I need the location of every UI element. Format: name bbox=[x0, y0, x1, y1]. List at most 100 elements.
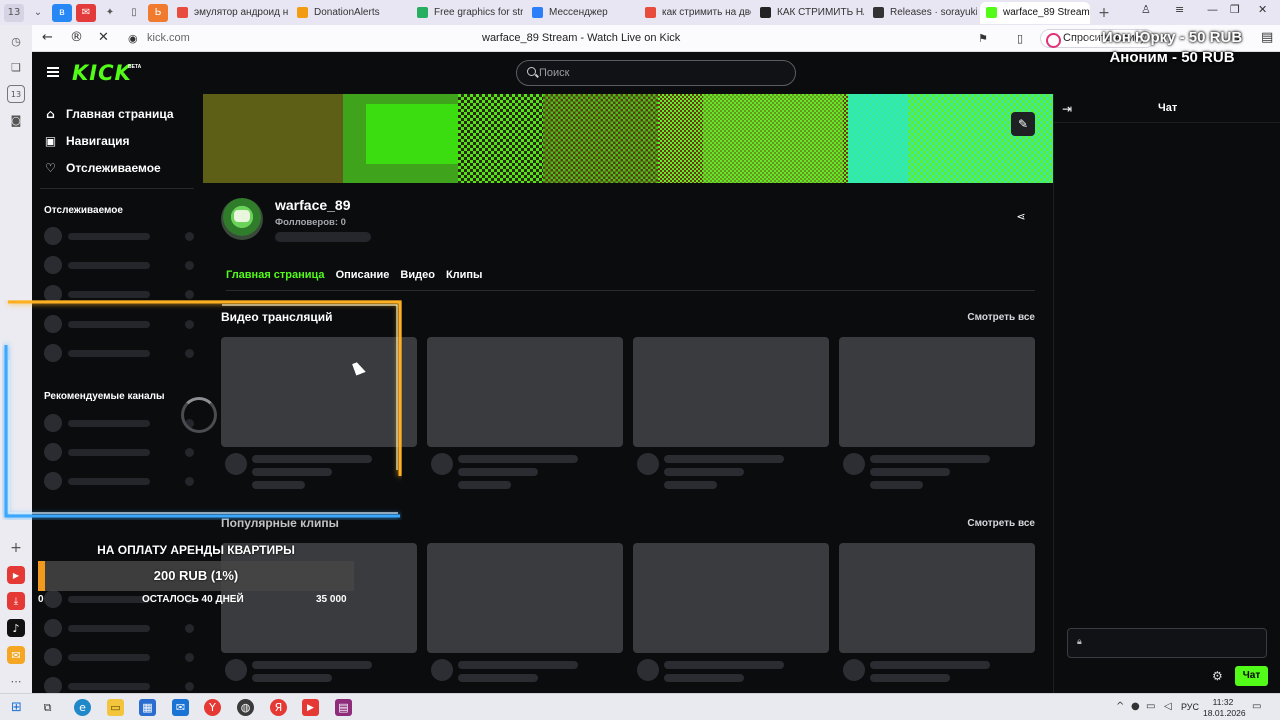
profile-icon[interactable]: ♙ bbox=[1141, 3, 1151, 16]
tab-label: как стримить на две bbox=[662, 7, 751, 18]
tiktok-icon[interactable]: ♪ bbox=[7, 619, 25, 637]
input-language[interactable]: РУС bbox=[1181, 702, 1199, 712]
clip-card[interactable] bbox=[427, 543, 623, 653]
site-security-icon[interactable]: ◉ bbox=[128, 32, 138, 45]
tab-about[interactable]: Описание bbox=[336, 269, 390, 285]
menu-icon[interactable]: ≡ bbox=[1175, 3, 1184, 16]
tab-favicon bbox=[297, 7, 308, 18]
clip-card[interactable] bbox=[633, 543, 829, 653]
monitor-icon[interactable]: ▭ bbox=[1146, 701, 1155, 712]
tab-home[interactable]: Главная страница bbox=[226, 269, 325, 285]
tab-count-badge[interactable]: 13 bbox=[4, 3, 24, 22]
microphone-icon[interactable]: ● bbox=[1131, 701, 1140, 712]
card-skeleton-meta bbox=[633, 659, 829, 693]
camera-icon[interactable]: ◙ bbox=[7, 111, 25, 129]
youtube-icon[interactable]: ▶ bbox=[7, 566, 25, 584]
chat-title: Чат bbox=[1158, 102, 1178, 114]
tab-clips[interactable]: Клипы bbox=[446, 269, 483, 285]
sidebar-item-browse[interactable]: ▣ Навигация bbox=[44, 132, 130, 150]
browser-tab[interactable]: Free graphics for stre bbox=[411, 2, 523, 24]
sidebar-item-home[interactable]: ⌂ Главная страница bbox=[44, 105, 173, 123]
stop-loading-icon[interactable]: ✕ bbox=[98, 30, 109, 45]
volume-icon[interactable]: ◁ bbox=[1164, 701, 1172, 712]
calendar-icon[interactable]: 13 bbox=[7, 85, 25, 103]
tab-videos[interactable]: Видео bbox=[400, 269, 435, 285]
see-all-clips-link[interactable]: Смотреть все bbox=[967, 518, 1035, 529]
yandex-icon[interactable]: Я bbox=[270, 699, 287, 716]
edge-browser-icon[interactable]: e bbox=[74, 699, 91, 716]
share-icon[interactable]: ⋖ bbox=[1014, 209, 1028, 223]
tray-chevron-icon[interactable]: ^ bbox=[1116, 701, 1124, 712]
history-icon[interactable]: ◷ bbox=[7, 32, 25, 50]
pinned-tab-doc-icon[interactable]: ▯ bbox=[124, 4, 144, 22]
minimize-window-icon[interactable]: — bbox=[1207, 3, 1218, 16]
channel-name[interactable]: warface_89 bbox=[275, 197, 351, 213]
bookmark-icon[interactable]: ▯ bbox=[1017, 32, 1023, 45]
tab-favicon bbox=[417, 7, 428, 18]
url-field[interactable]: kick.com bbox=[147, 32, 190, 44]
donation-goal-target: 35 000 bbox=[316, 594, 347, 605]
tab-list-chevron-icon[interactable]: ⌄ bbox=[28, 4, 48, 22]
chat-input[interactable]: 🔒︎ bbox=[1067, 628, 1267, 658]
add-panel-icon[interactable]: + bbox=[7, 539, 25, 557]
start-windows-icon[interactable]: ⊞ bbox=[8, 699, 25, 716]
video-card[interactable] bbox=[839, 337, 1035, 447]
donor-alert-list: Ион Юрку - 50 RUB Аноним - 50 RUB bbox=[1072, 28, 1272, 68]
task-view-icon[interactable]: ⧉ bbox=[39, 699, 56, 716]
loading-spinner bbox=[181, 397, 217, 433]
restore-window-icon[interactable]: ❐ bbox=[1230, 3, 1240, 16]
search-icon bbox=[527, 67, 536, 76]
close-window-icon[interactable]: ✕ bbox=[1258, 3, 1267, 16]
tray-clock[interactable]: 11:32 18.01.2026 bbox=[1203, 697, 1246, 719]
tab-label: Мессенджер bbox=[549, 7, 608, 18]
browser-tab[interactable]: Мессенджер bbox=[526, 2, 636, 24]
hamburger-menu-icon[interactable] bbox=[47, 67, 59, 77]
obs-icon[interactable]: ◍ bbox=[237, 699, 254, 716]
pinned-tab-vk-icon[interactable]: в bbox=[52, 3, 72, 22]
mail-app-icon[interactable]: ✉ bbox=[172, 699, 189, 716]
more-icon[interactable]: ⋯ bbox=[7, 672, 25, 690]
youtube-app-icon[interactable]: ▶ bbox=[302, 699, 319, 716]
video-card[interactable] bbox=[427, 337, 623, 447]
clip-card[interactable] bbox=[839, 543, 1035, 653]
channel-banner bbox=[203, 94, 1053, 183]
browser-tab[interactable]: Releases · sorayuki/o bbox=[867, 2, 977, 24]
yandex-browser-icon[interactable]: Y bbox=[204, 699, 221, 716]
download-icon[interactable]: ⤓ bbox=[7, 592, 25, 610]
file-explorer-icon[interactable]: ▭ bbox=[107, 699, 124, 716]
pinned-tab-mail-icon[interactable]: ✉ bbox=[76, 3, 96, 22]
browser-tab[interactable]: КАК СТРИМИТЬ НА bbox=[754, 2, 864, 24]
pinned-tab-star-icon[interactable]: ✦ bbox=[100, 4, 120, 22]
sidebar-skeleton-row bbox=[44, 227, 194, 245]
tab-favicon bbox=[645, 7, 656, 18]
edit-banner-icon[interactable]: ✎ bbox=[1011, 112, 1035, 136]
video-card[interactable] bbox=[633, 337, 829, 447]
new-tab-plus-icon[interactable]: + bbox=[1094, 4, 1114, 22]
donation-goal-start: 0 bbox=[38, 594, 44, 605]
yandex-icon[interactable]: ® bbox=[70, 30, 83, 45]
kick-logo[interactable]: KICK bbox=[72, 61, 132, 85]
sidebar-skeleton-row bbox=[44, 619, 194, 637]
collections-icon[interactable]: ❏ bbox=[7, 58, 25, 76]
pinned-tab-orange-icon[interactable]: Ь bbox=[148, 3, 168, 22]
avatar[interactable] bbox=[221, 198, 263, 240]
collapse-chat-icon[interactable]: ⇥ bbox=[1062, 102, 1072, 116]
winrar-icon[interactable]: ▤ bbox=[335, 699, 352, 716]
sidebar-item-following[interactable]: ♡ Отслеживаемое bbox=[44, 159, 161, 177]
chat-settings-gear-icon[interactable]: ⚙ bbox=[1212, 669, 1223, 683]
notifications-icon[interactable]: ▭ bbox=[1252, 701, 1261, 712]
browser-tab[interactable]: DonationAlerts bbox=[291, 2, 408, 24]
see-all-videos-link[interactable]: Смотреть все bbox=[967, 312, 1035, 323]
browser-tab[interactable]: эмулятор андроид н bbox=[171, 2, 288, 24]
browser-tab[interactable]: как стримить на две bbox=[639, 2, 751, 24]
translate-icon[interactable]: ⚑ bbox=[978, 32, 988, 45]
browser-tab-active[interactable]: warface_89 Stream✕ bbox=[980, 1, 1090, 24]
donation-goal-title: НА ОПЛАТУ АРЕНДЫ КВАРТИРЫ bbox=[97, 543, 295, 557]
store-icon[interactable]: ▦ bbox=[139, 699, 156, 716]
lock-icon: 🔒︎ bbox=[1077, 637, 1082, 647]
search-input[interactable] bbox=[539, 65, 779, 81]
back-arrow-icon[interactable]: ← bbox=[42, 30, 53, 45]
chat-send-button[interactable]: Чат bbox=[1235, 666, 1268, 686]
search-box[interactable] bbox=[516, 60, 796, 86]
mail-icon[interactable]: ✉ bbox=[7, 646, 25, 664]
